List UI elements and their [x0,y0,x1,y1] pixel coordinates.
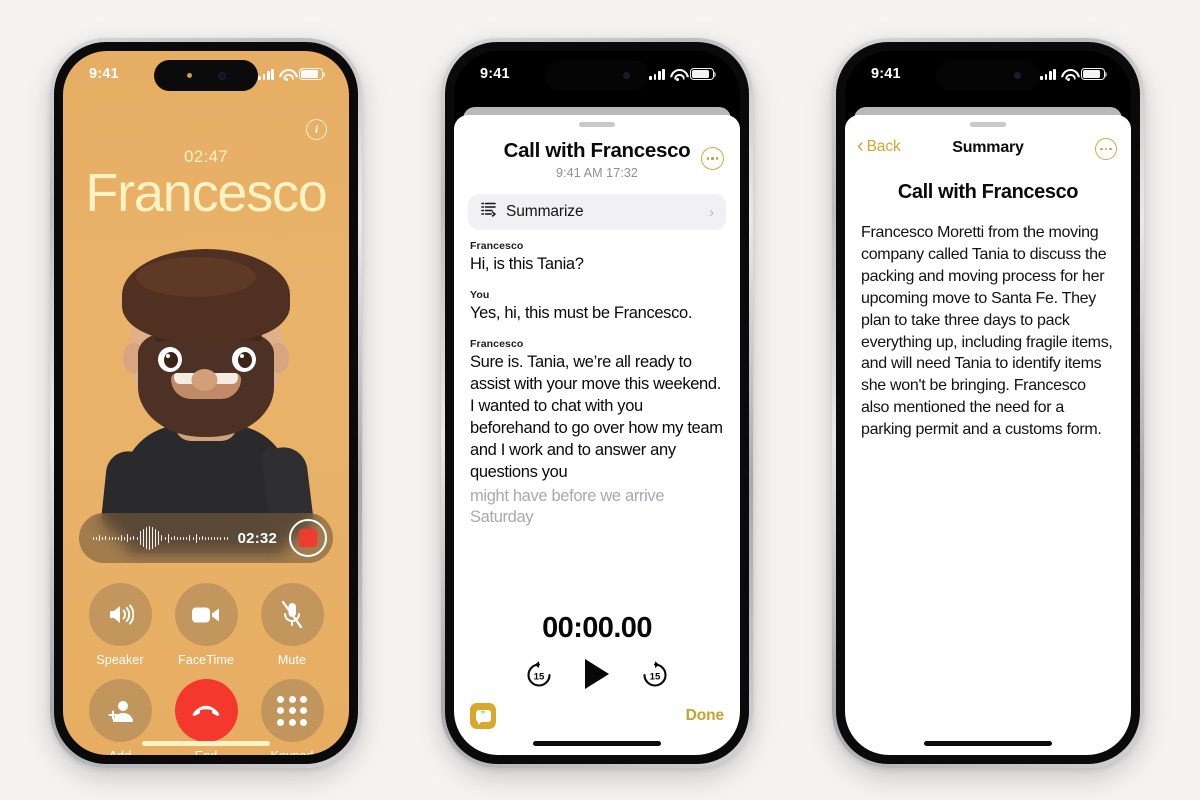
status-indicator-dot [186,73,192,78]
sheet-footer: ” Done [454,693,740,729]
wifi-icon [1061,69,1076,81]
skip-forward-15-icon[interactable]: 15 [641,660,669,688]
phone-2-screen: 9:41 Call with Francesco 9:41 AM 17:32 S… [454,51,740,755]
control-label: Keypad [271,749,314,755]
sheet-header: Call with Francesco 9:41 AM 17:32 [454,127,740,180]
summary-nav-bar: ‹ Back Summary [845,127,1131,165]
status-right-group [649,68,717,81]
status-right-group [1040,68,1108,81]
battery-icon [690,68,717,80]
front-camera-icon [622,72,630,79]
phone-2-transcript: 9:41 Call with Francesco 9:41 AM 17:32 S… [441,38,753,768]
back-label: Back [866,138,901,155]
memoji-avatar [91,223,321,553]
dynamic-island [545,60,649,91]
transcript-sheet: Call with Francesco 9:41 AM 17:32 Summar… [454,115,740,755]
home-indicator [142,741,270,746]
battery-icon [1081,68,1108,80]
back-button[interactable]: ‹ Back [857,135,901,157]
transcript-list: Francesco Hi, is this Tania? You Yes, hi… [454,230,740,612]
play-icon[interactable] [585,659,609,689]
status-time: 9:41 [89,66,119,82]
control-label: End [195,749,218,755]
home-indicator [924,741,1052,746]
dynamic-island [154,60,258,91]
transcript-text: Sure is. Tania, we’re all ready to assis… [470,352,723,481]
video-camera-icon [174,583,238,646]
summarize-icon [480,201,497,223]
summarize-row[interactable]: Summarize › [468,194,726,230]
audio-waveform-icon [93,525,228,551]
transcript-text: Hi, is this Tania? [470,255,584,273]
done-button[interactable]: Done [686,707,724,725]
wifi-icon [279,69,294,81]
add-person-icon [88,679,152,742]
svg-text:15: 15 [534,671,545,682]
transcript-speaker: Francesco [470,240,524,252]
cellular-bars-icon [258,68,274,80]
stop-recording-icon[interactable] [289,519,327,557]
screenshot-stage: 9:41 i 02:47 Francesco 02:32 Speaker Fac… [0,0,1200,800]
summary-sheet: ‹ Back Summary Call with Francesco Franc… [845,115,1131,755]
mute-button[interactable]: Mute [249,583,335,667]
phone-3-screen: 9:41 ‹ Back Summary Call with Francesco … [845,51,1131,755]
skip-back-15-icon[interactable]: 15 [525,660,553,688]
more-options-icon[interactable] [701,147,724,170]
front-camera-icon [217,71,226,80]
transcript-text: Yes, hi, this must be Francesco. [470,303,693,322]
transcript-quote-icon[interactable]: ” [470,703,496,729]
phone-1-screen: 9:41 i 02:47 Francesco 02:32 Speaker Fac… [63,51,349,755]
chevron-left-icon: ‹ [857,135,864,157]
call-controls-grid: Speaker FaceTime Mute [63,583,349,755]
control-label: Add [109,749,132,755]
keypad-icon [260,679,324,742]
status-time: 9:41 [871,66,901,82]
more-options-icon[interactable] [1095,138,1117,160]
phone-3-summary: 9:41 ‹ Back Summary Call with Francesco … [832,38,1144,768]
control-label: Speaker [96,653,144,667]
summary-title: Call with Francesco [897,181,1079,203]
transcript-text-faded: might have before we arrive Saturday [470,486,665,527]
recording-bar[interactable]: 02:32 [79,513,333,563]
recording-elapsed: 02:32 [237,529,277,547]
phone-2-bezel: 9:41 Call with Francesco 9:41 AM 17:32 S… [445,42,749,764]
summarize-label: Summarize [506,203,584,220]
wifi-icon [670,69,685,81]
player-time: 00:00.00 [542,612,652,644]
svg-text:15: 15 [650,671,661,682]
speaker-button[interactable]: Speaker [77,583,163,667]
front-camera-icon [1013,72,1021,79]
phone-1-bezel: 9:41 i 02:47 Francesco 02:32 Speaker Fac… [54,42,358,764]
transcript-speaker: Francesco [470,337,524,350]
speaker-icon [88,583,152,646]
status-time: 9:41 [480,66,510,82]
info-icon[interactable]: i [306,119,327,140]
cellular-bars-icon [1040,68,1056,80]
phone-1-call: 9:41 i 02:47 Francesco 02:32 Speaker Fac… [50,38,362,768]
nav-title: Summary [952,139,1024,156]
status-right-group [258,68,326,81]
audio-player: 00:00.00 15 15 [454,612,740,693]
phone-3-bezel: 9:41 ‹ Back Summary Call with Francesco … [836,42,1140,764]
end-call-icon [174,679,238,742]
microphone-muted-icon [260,583,324,646]
battery-icon [299,68,326,80]
transcript-speaker: You [470,288,490,301]
caller-name: Francesco [85,163,327,223]
control-label: Mute [277,653,307,667]
cellular-bars-icon [649,68,665,80]
facetime-button[interactable]: FaceTime [163,583,249,667]
home-indicator [533,741,661,746]
player-controls: 15 15 [454,659,740,689]
sheet-subtitle: 9:41 AM 17:32 [556,166,638,180]
control-label: FaceTime [178,653,234,667]
chevron-right-icon: › [709,203,714,221]
sheet-title: Call with Francesco [503,139,691,162]
dynamic-island [936,60,1040,91]
summary-body: Francesco Moretti from the moving compan… [861,224,1113,439]
